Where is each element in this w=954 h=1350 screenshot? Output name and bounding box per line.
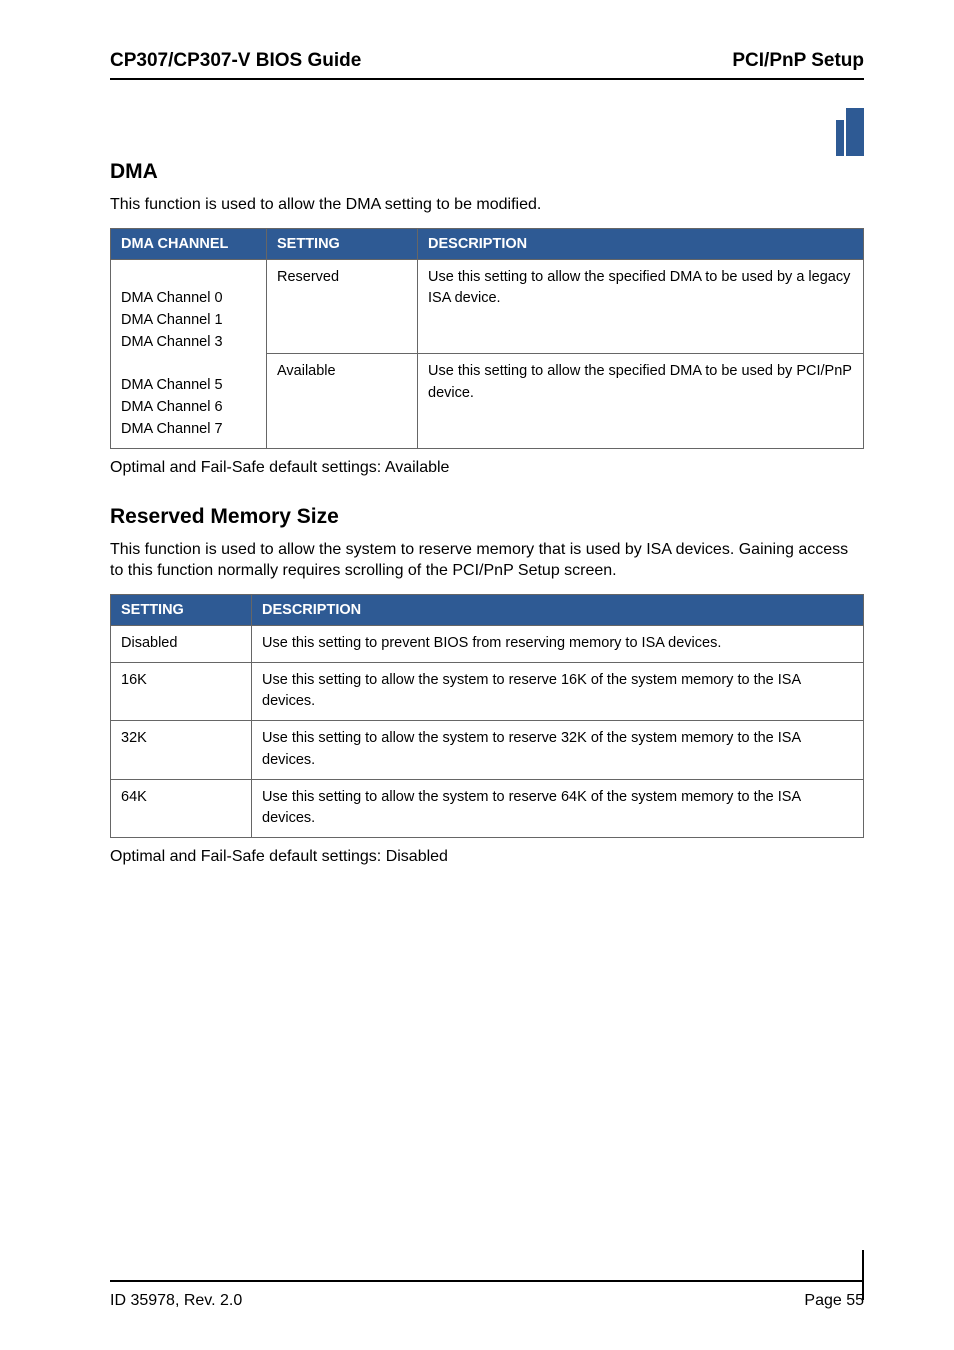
dma-table-h2: DESCRIPTION	[418, 228, 864, 259]
rms-desc-0: Use this setting to prevent BIOS from re…	[252, 625, 864, 662]
rms-table-h1: DESCRIPTION	[252, 594, 864, 625]
rms-table: SETTING DESCRIPTION Disabled Use this se…	[110, 594, 864, 838]
footer-left: ID 35978, Rev. 2.0	[110, 1292, 242, 1310]
table-row: Disabled Use this setting to prevent BIO…	[111, 625, 864, 662]
dma-channels-b: DMA Channel 5 DMA Channel 6 DMA Channel …	[121, 377, 223, 437]
table-row: 32K Use this setting to allow the system…	[111, 721, 864, 780]
page-footer: ID 35978, Rev. 2.0 Page 55	[110, 1280, 864, 1310]
header-right: PCI/PnP Setup	[732, 50, 864, 72]
header-left: CP307/CP307-V BIOS Guide	[110, 50, 361, 72]
rms-setting-1: 16K	[111, 662, 252, 721]
section-rms-title: Reserved Memory Size	[110, 505, 864, 529]
table-row: 64K Use this setting to allow the system…	[111, 779, 864, 838]
rms-table-h0: SETTING	[111, 594, 252, 625]
dma-table-h1: SETTING	[267, 228, 418, 259]
section-rms-intro: This function is used to allow the syste…	[110, 539, 864, 582]
dma-desc-1: Use this setting to allow the specified …	[418, 354, 864, 449]
rms-desc-1: Use this setting to allow the system to …	[252, 662, 864, 721]
table-row: 16K Use this setting to allow the system…	[111, 662, 864, 721]
section-dma-title: DMA	[110, 160, 864, 184]
dma-setting-1: Available	[267, 354, 418, 449]
dma-setting-0: Reserved	[267, 259, 418, 354]
table-row: DMA Channel 0 DMA Channel 1 DMA Channel …	[111, 259, 864, 354]
section-dma-after: Optimal and Fail-Safe default settings: …	[110, 459, 864, 477]
section-rms-after: Optimal and Fail-Safe default settings: …	[110, 848, 864, 866]
rms-desc-3: Use this setting to allow the system to …	[252, 779, 864, 838]
rms-setting-2: 32K	[111, 721, 252, 780]
section-dma-intro: This function is used to allow the DMA s…	[110, 194, 864, 216]
rms-setting-0: Disabled	[111, 625, 252, 662]
rms-desc-2: Use this setting to allow the system to …	[252, 721, 864, 780]
rms-setting-3: 64K	[111, 779, 252, 838]
dma-table-h0: DMA CHANNEL	[111, 228, 267, 259]
dma-desc-0: Use this setting to allow the specified …	[418, 259, 864, 354]
dma-channels-a: DMA Channel 0 DMA Channel 1 DMA Channel …	[121, 290, 223, 350]
dma-table: DMA CHANNEL SETTING DESCRIPTION DMA Chan…	[110, 228, 864, 449]
footer-rule	[110, 1280, 864, 1282]
footer-right: Page 55	[804, 1292, 864, 1310]
header-rule	[110, 78, 864, 80]
corner-decoration	[836, 108, 864, 156]
